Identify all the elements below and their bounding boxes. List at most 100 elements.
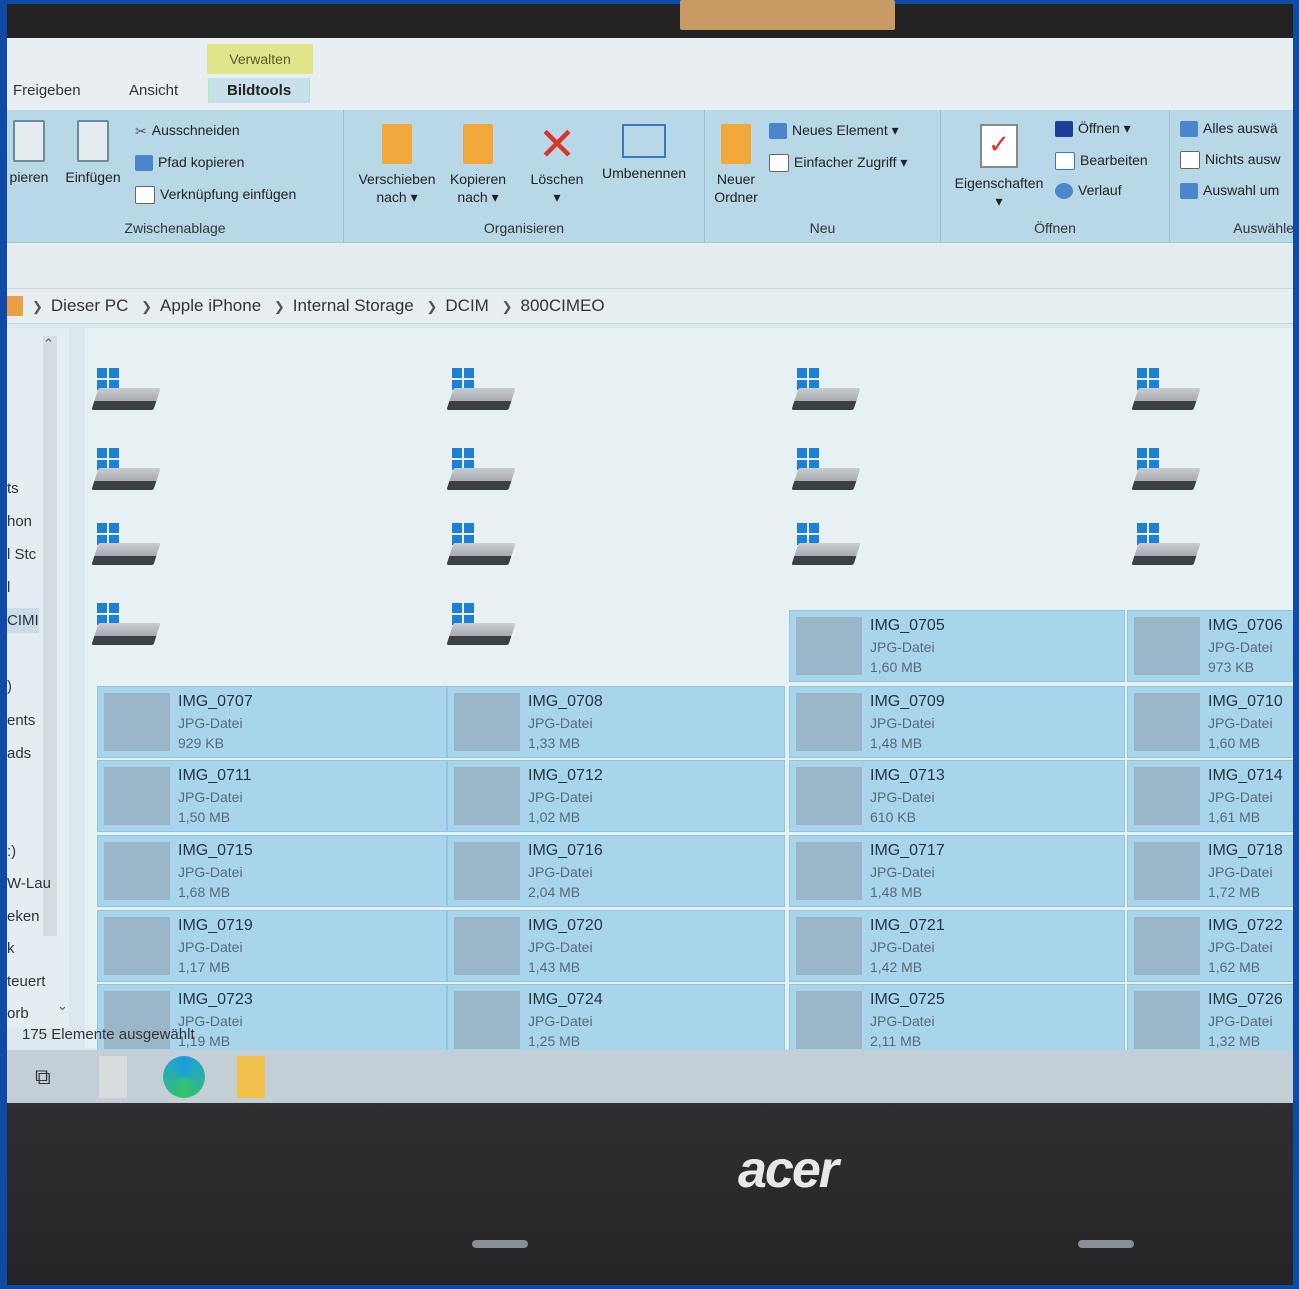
easy-access-button[interactable]: Einfacher Zugriff ▾ bbox=[769, 154, 907, 173]
file-tile[interactable]: IMG_0720 JPG-Datei 1,43 MB bbox=[447, 910, 785, 982]
file-tile[interactable]: IMG_0712 JPG-Datei 1,02 MB bbox=[447, 760, 785, 832]
breadcrumb-dieser-pc[interactable]: Dieser PC bbox=[51, 296, 128, 315]
edit-button[interactable]: Bearbeiten bbox=[1055, 152, 1148, 171]
file-tile[interactable]: IMG_0713 JPG-Datei 610 KB bbox=[789, 760, 1125, 832]
chevron-down-icon[interactable]: ⌄ bbox=[57, 998, 68, 1014]
move-to-button[interactable]: Verschieben nach ▾ bbox=[352, 124, 442, 206]
file-tile[interactable]: IMG_0726 JPG-Datei 1,32 MB bbox=[1127, 984, 1293, 1056]
tab-freigeben[interactable]: Freigeben bbox=[13, 82, 81, 99]
nav-item[interactable]: teuert bbox=[7, 973, 45, 990]
file-tile[interactable]: IMG_0708 JPG-Datei 1,33 MB bbox=[447, 686, 785, 758]
file-size: 929 KB bbox=[178, 735, 224, 751]
breadcrumb-internal-storage[interactable]: Internal Storage bbox=[293, 296, 414, 315]
drive-placeholder-icon[interactable] bbox=[91, 368, 161, 416]
breadcrumb-apple-iphone[interactable]: Apple iPhone bbox=[160, 296, 261, 315]
drive-placeholder-icon[interactable] bbox=[791, 523, 861, 571]
tab-bildtools[interactable]: Bildtools bbox=[208, 78, 311, 103]
select-none-button[interactable]: Nichts ausw bbox=[1180, 151, 1280, 170]
nav-scrollbar[interactable] bbox=[43, 336, 57, 936]
nav-item[interactable]: l bbox=[7, 579, 10, 596]
file-tile[interactable]: IMG_0714 JPG-Datei 1,61 MB bbox=[1127, 760, 1293, 832]
invert-selection-button[interactable]: Auswahl um bbox=[1180, 182, 1279, 200]
file-tile[interactable]: IMG_0718 JPG-Datei 1,72 MB bbox=[1127, 835, 1293, 907]
cut-label: Ausschneiden bbox=[151, 122, 240, 138]
laptop-deck bbox=[7, 1103, 1293, 1285]
drive-placeholder-icon[interactable] bbox=[791, 448, 861, 496]
file-tile[interactable]: IMG_0722 JPG-Datei 1,62 MB bbox=[1127, 910, 1293, 982]
drive-placeholder-icon[interactable] bbox=[446, 368, 516, 416]
edge-icon[interactable] bbox=[163, 1056, 205, 1098]
file-tile[interactable]: IMG_0724 JPG-Datei 1,25 MB bbox=[447, 984, 785, 1056]
copy-to-button[interactable]: Kopieren nach ▾ bbox=[444, 124, 512, 206]
file-tile[interactable]: IMG_0710 JPG-Datei 1,60 MB bbox=[1127, 686, 1293, 758]
select-all-button[interactable]: Alles auswä bbox=[1180, 120, 1278, 138]
chevron-up-icon[interactable]: ⌃ bbox=[43, 336, 54, 352]
group-label-new: Neu bbox=[809, 220, 836, 236]
new-folder-button[interactable]: Neuer Ordner bbox=[705, 124, 767, 206]
file-name: IMG_0724 bbox=[528, 991, 603, 1008]
breadcrumb-800cimeo[interactable]: 800CIMEO bbox=[521, 296, 605, 315]
explorer-icon[interactable] bbox=[237, 1056, 265, 1098]
drive-placeholder-icon[interactable] bbox=[446, 448, 516, 496]
file-tile[interactable]: IMG_0721 JPG-Datei 1,42 MB bbox=[789, 910, 1125, 982]
nav-item[interactable]: ads bbox=[7, 745, 31, 762]
tab-ansicht[interactable]: Ansicht bbox=[129, 82, 178, 99]
nav-item-selected[interactable]: CIMI bbox=[7, 608, 39, 633]
file-tile[interactable]: IMG_0715 JPG-Datei 1,68 MB bbox=[97, 835, 447, 907]
file-tile[interactable]: IMG_0707 JPG-Datei 929 KB bbox=[97, 686, 447, 758]
drive-placeholder-icon[interactable] bbox=[1131, 448, 1201, 496]
file-tile[interactable]: IMG_0716 JPG-Datei 2,04 MB bbox=[447, 835, 785, 907]
nav-item[interactable]: l Stc bbox=[7, 546, 36, 563]
copy-path-button[interactable]: Pfad kopieren bbox=[135, 154, 244, 172]
rename-button[interactable]: Umbenennen bbox=[594, 124, 694, 182]
file-tile[interactable]: IMG_0706 JPG-Datei 973 KB bbox=[1127, 610, 1293, 682]
file-tile[interactable]: IMG_0711 JPG-Datei 1,50 MB bbox=[97, 760, 447, 832]
delete-arrow: ▾ bbox=[553, 189, 561, 205]
file-size: 1,61 MB bbox=[1208, 809, 1261, 825]
drive-placeholder-icon[interactable] bbox=[1131, 523, 1201, 571]
copy-button[interactable]: pieren bbox=[7, 120, 57, 186]
file-tile[interactable]: IMG_0717 JPG-Datei 1,48 MB bbox=[789, 835, 1125, 907]
breadcrumb: ❯ Dieser PC ❯ Apple iPhone ❯ Internal Stora… bbox=[32, 296, 613, 316]
file-tile[interactable]: IMG_0719 JPG-Datei 1,17 MB bbox=[97, 910, 447, 982]
group-select: Alles auswä Nichts ausw Auswahl um Auswä… bbox=[1170, 110, 1293, 242]
file-type: JPG-Datei bbox=[528, 715, 593, 731]
nav-item[interactable]: k bbox=[7, 940, 15, 957]
file-name: IMG_0719 bbox=[178, 917, 253, 934]
drive-body bbox=[446, 388, 516, 410]
file-tile[interactable]: IMG_0723 JPG-Datei 1,19 MB bbox=[97, 984, 447, 1056]
nav-item[interactable]: W-Lau bbox=[7, 875, 51, 892]
task-view-icon[interactable]: ⧉ bbox=[35, 1064, 51, 1090]
nav-item[interactable]: ts bbox=[7, 480, 19, 497]
shortcut-icon bbox=[135, 186, 155, 205]
file-icon[interactable] bbox=[99, 1056, 127, 1098]
address-bar[interactable]: ❯ Dieser PC ❯ Apple iPhone ❯ Internal Stora… bbox=[7, 288, 1293, 324]
history-button[interactable]: Verlauf bbox=[1055, 182, 1122, 200]
nav-item[interactable]: hon bbox=[7, 513, 32, 530]
drive-body bbox=[1131, 468, 1201, 490]
new-item-button[interactable]: Neues Element ▾ bbox=[769, 122, 899, 140]
drive-placeholder-icon[interactable] bbox=[91, 448, 161, 496]
drive-placeholder-icon[interactable] bbox=[446, 603, 516, 651]
nav-item[interactable]: eken bbox=[7, 908, 40, 925]
file-tile[interactable]: IMG_0725 JPG-Datei 2,11 MB bbox=[789, 984, 1125, 1056]
drive-placeholder-icon[interactable] bbox=[91, 603, 161, 651]
nav-item[interactable]: ) bbox=[7, 678, 12, 695]
drive-placeholder-icon[interactable] bbox=[1131, 368, 1201, 416]
paste-button[interactable]: Einfügen bbox=[57, 120, 129, 186]
paste-shortcut-button[interactable]: Verknüpfung einfügen bbox=[135, 186, 296, 205]
file-type: JPG-Datei bbox=[1208, 789, 1273, 805]
file-tile[interactable]: IMG_0709 JPG-Datei 1,48 MB bbox=[789, 686, 1125, 758]
cut-button[interactable]: ✂ Ausschneiden bbox=[135, 122, 240, 140]
file-tile[interactable]: IMG_0705 JPG-Datei 1,60 MB bbox=[789, 610, 1125, 682]
open-button[interactable]: Öffnen ▾ bbox=[1055, 120, 1131, 138]
nav-item[interactable]: :) bbox=[7, 843, 16, 860]
drive-placeholder-icon[interactable] bbox=[446, 523, 516, 571]
delete-button[interactable]: ✕ Löschen ▾ bbox=[526, 121, 588, 206]
properties-button[interactable]: ✓ Eigenschaften ▾ bbox=[947, 124, 1051, 210]
nav-item[interactable]: orb bbox=[7, 1005, 29, 1022]
breadcrumb-dcim[interactable]: DCIM bbox=[445, 296, 488, 315]
drive-placeholder-icon[interactable] bbox=[791, 368, 861, 416]
drive-placeholder-icon[interactable] bbox=[91, 523, 161, 571]
nav-item[interactable]: ents bbox=[7, 712, 35, 729]
